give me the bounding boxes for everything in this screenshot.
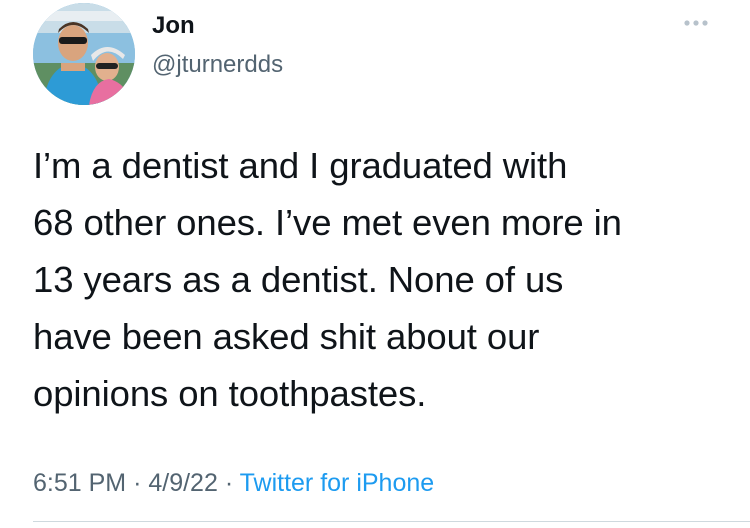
tweet-text-line: opinions on toothpastes. xyxy=(33,373,427,414)
author-handle[interactable]: @jturnerdds xyxy=(152,51,283,79)
tweet-text-line: I’m a dentist and I graduated with xyxy=(33,145,568,186)
tweet-text-line: 13 years as a dentist. None of us xyxy=(33,259,564,300)
tweet-text-line: 68 other ones. I’ve met even more in xyxy=(33,202,622,243)
author-avatar[interactable] xyxy=(33,3,135,105)
meta-separator: · xyxy=(224,469,234,497)
tweet-date[interactable]: 4/9/22 xyxy=(148,469,218,497)
tweet-card: Jon @jturnerdds I’m a dentist and I grad… xyxy=(0,0,750,528)
tweet-metadata: 6:51 PM · 4/9/22 · Twitter for iPhone xyxy=(33,467,434,499)
tweet-text: I’m a dentist and I graduated with 68 ot… xyxy=(33,137,733,422)
tweet-source-link[interactable]: Twitter for iPhone xyxy=(240,469,435,497)
author-display-name[interactable]: Jon xyxy=(152,12,195,40)
meta-separator: · xyxy=(133,469,142,497)
tweet-time[interactable]: 6:51 PM xyxy=(33,469,126,497)
more-dots-icon[interactable] xyxy=(683,16,709,30)
profile-photo-icon xyxy=(33,3,135,105)
divider xyxy=(33,521,750,522)
tweet-text-line: have been asked shit about our xyxy=(33,316,540,357)
